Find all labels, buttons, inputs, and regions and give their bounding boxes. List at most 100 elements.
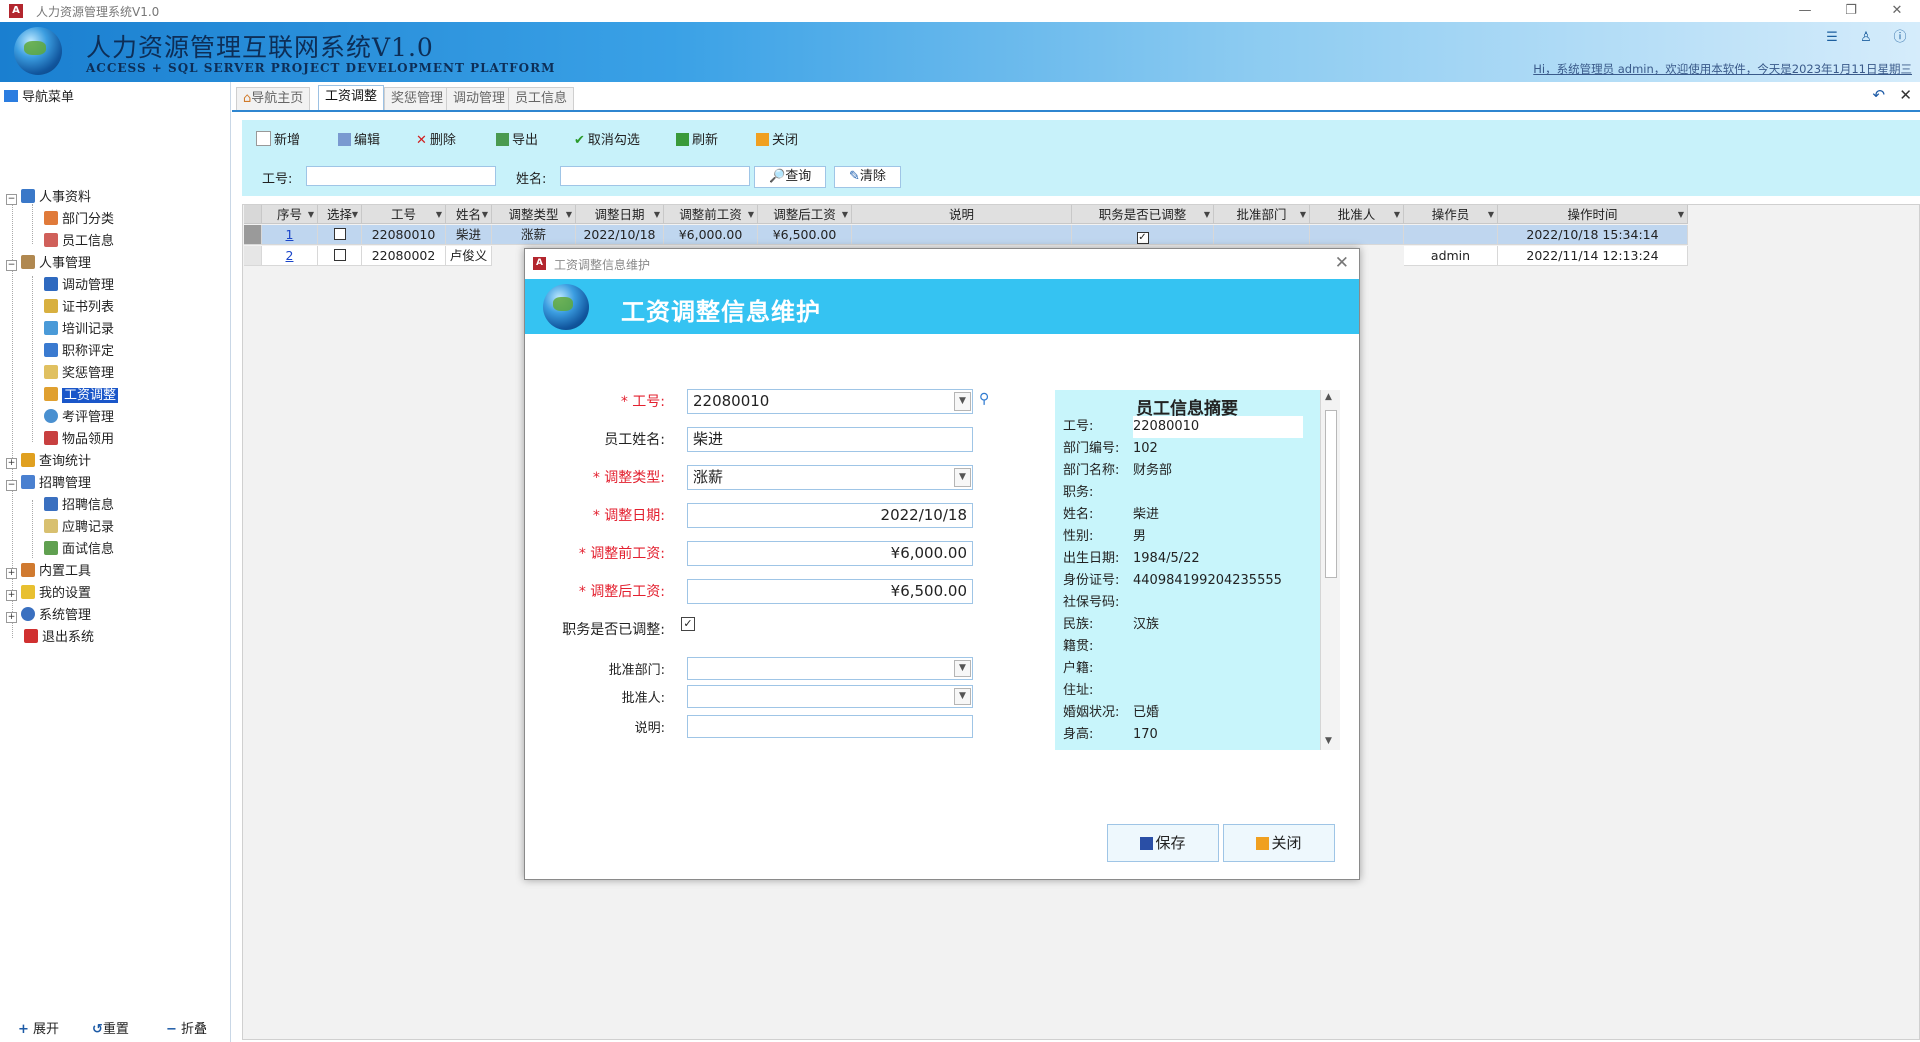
tree-item-interviews[interactable]: 面试信息 <box>44 540 114 560</box>
tree-node-renshi-ziliao[interactable]: − 人事资料 <box>6 188 91 208</box>
tree-node-my-settings[interactable]: + 我的设置 <box>6 584 91 604</box>
cell-seq[interactable]: 1 <box>262 225 318 245</box>
col-op-time[interactable]: 操作时间 ▼ <box>1498 205 1688 224</box>
welcome-link[interactable]: Hi，系统管理员 admin，欢迎使用本软件，今天是2023年1月11日星期三 <box>1533 61 1912 77</box>
tab-home[interactable]: ⌂导航主页 <box>236 87 311 110</box>
emp-no-select[interactable]: 22080010 ▼ <box>687 389 973 414</box>
tree-node-tools[interactable]: + 内置工具 <box>6 562 91 582</box>
lookup-icon[interactable]: ⚲ <box>979 391 989 407</box>
approve-dept-select[interactable]: ▼ <box>687 657 973 680</box>
menu-list-icon[interactable]: ☰ <box>1824 30 1840 46</box>
tree-item-certificates[interactable]: 证书列表 <box>44 298 114 318</box>
adjusted-checkbox[interactable]: ✓ <box>681 617 695 631</box>
tree-item-applications[interactable]: 应聘记录 <box>44 518 114 538</box>
uncheck-button[interactable]: ✔ 取消勾选 <box>574 129 640 148</box>
reset-tree-button[interactable]: ↺重置 <box>92 1018 129 1037</box>
expand-all-button[interactable]: + 展开 <box>18 1018 59 1037</box>
delete-button[interactable]: ✕ 删除 <box>416 129 456 148</box>
clear-button[interactable]: ✎清除 <box>834 166 901 188</box>
tree-item-title-evaluation[interactable]: 职称评定 <box>44 342 114 362</box>
tree-node-query-stats[interactable]: + 查询统计 <box>6 452 91 472</box>
tab-rewards[interactable]: 奖惩管理 <box>384 87 451 110</box>
col-operator[interactable]: 操作员 ▼ <box>1404 205 1498 224</box>
col-before-salary[interactable]: 调整前工资 ▼ <box>664 205 758 224</box>
col-name[interactable]: 姓名 ▼ <box>446 205 492 224</box>
restore-button[interactable]: ❐ <box>1828 0 1874 22</box>
info-icon[interactable]: ⓘ <box>1892 30 1908 46</box>
export-button[interactable]: 导出 <box>496 129 538 148</box>
col-approver[interactable]: 批准人 ▼ <box>1310 205 1404 224</box>
row-selector[interactable] <box>244 246 262 266</box>
tree-item-transfer[interactable]: 调动管理 <box>44 276 114 296</box>
summary-row: 户籍: <box>1063 661 1094 676</box>
scroll-thumb[interactable] <box>1325 410 1337 578</box>
cell-adjusted[interactable]: ✓ <box>1072 225 1214 245</box>
tree-node-recruit[interactable]: − 招聘管理 <box>6 474 91 494</box>
cell-note <box>852 225 1072 245</box>
summary-row: 身高: 170 <box>1063 727 1158 742</box>
tree-item-salary-adjust[interactable]: 工资调整 <box>44 386 119 406</box>
chevron-down-icon[interactable]: ▼ <box>954 468 971 487</box>
dialog-close-icon[interactable]: ✕ <box>1335 253 1349 273</box>
user-icon[interactable]: ♙ <box>1858 30 1874 46</box>
save-button[interactable]: 保存 <box>1107 824 1219 862</box>
tree-item-dept-category[interactable]: 部门分类 <box>44 210 114 230</box>
tree-item-goods[interactable]: 物品领用 <box>44 430 114 450</box>
col-adj-type[interactable]: 调整类型 ▼ <box>492 205 576 224</box>
globe-logo-icon <box>543 284 589 330</box>
tab-salary-adjust[interactable]: 工资调整 <box>318 85 385 110</box>
col-seq[interactable]: 序号 ▼ <box>262 205 318 224</box>
dialog-close-button[interactable]: 关闭 <box>1223 824 1335 862</box>
col-emp-no[interactable]: 工号 ▼ <box>362 205 446 224</box>
row-checkbox[interactable] <box>333 249 346 261</box>
cell-seq[interactable]: 2 <box>262 246 318 266</box>
row-selector[interactable] <box>244 225 262 245</box>
chevron-down-icon[interactable]: ▼ <box>954 392 971 411</box>
tree-item-rewards[interactable]: 奖惩管理 <box>44 364 114 384</box>
col-note[interactable]: 说明 <box>852 205 1072 224</box>
tab-employee-info[interactable]: 员工信息 <box>508 87 575 110</box>
tree-item-employee-info[interactable]: 员工信息 <box>44 232 114 252</box>
refresh-button[interactable]: 刷新 <box>676 129 718 148</box>
cell-select[interactable] <box>318 225 362 245</box>
tree-item-appraisal[interactable]: 考评管理 <box>44 408 114 428</box>
scroll-down-icon[interactable]: ▼ <box>1325 736 1332 746</box>
name-search-input[interactable] <box>560 166 750 186</box>
add-button[interactable]: 新增 <box>256 129 300 148</box>
tree-node-logout[interactable]: 退出系统 <box>24 628 94 648</box>
col-adj-date[interactable]: 调整日期 ▼ <box>576 205 664 224</box>
collapse-all-button[interactable]: − 折叠 <box>166 1018 207 1037</box>
close-page-button[interactable]: 关闭 <box>756 129 798 148</box>
col-approve-dept[interactable]: 批准部门 ▼ <box>1214 205 1310 224</box>
tree-node-renshi-guanli[interactable]: − 人事管理 <box>6 254 91 274</box>
back-icon[interactable]: ↶ <box>1873 86 1886 104</box>
adjusted-checkbox[interactable]: ✓ <box>1136 232 1149 244</box>
adj-type-select[interactable]: 涨薪 ▼ <box>687 465 973 490</box>
cell-select[interactable] <box>318 246 362 266</box>
approver-select[interactable]: ▼ <box>687 685 973 708</box>
after-salary-field[interactable]: ¥6,500.00 <box>687 579 973 604</box>
tree-item-training[interactable]: 培训记录 <box>44 320 114 340</box>
edit-button[interactable]: 编辑 <box>338 129 380 148</box>
note-field[interactable] <box>687 715 973 738</box>
tree-node-system-admin[interactable]: + 系统管理 <box>6 606 91 626</box>
chevron-down-icon[interactable]: ▼ <box>954 660 971 677</box>
close-box-icon <box>1256 837 1270 850</box>
summary-scrollbar[interactable]: ▲ ▼ <box>1320 390 1340 750</box>
tab-transfer[interactable]: 调动管理 <box>446 87 513 110</box>
adj-date-field[interactable]: 2022/10/18 <box>687 503 973 528</box>
before-salary-field[interactable]: ¥6,000.00 <box>687 541 973 566</box>
close-tab-icon[interactable]: ✕ <box>1899 86 1912 104</box>
row-checkbox[interactable] <box>333 228 346 240</box>
col-adjusted[interactable]: 职务是否已调整 ▼ <box>1072 205 1214 224</box>
emp-no-search-input[interactable] <box>306 166 496 186</box>
chevron-down-icon[interactable]: ▼ <box>954 688 971 705</box>
emp-name-field[interactable]: 柴进 <box>687 427 973 452</box>
col-after-salary[interactable]: 调整后工资 ▼ <box>758 205 852 224</box>
query-button[interactable]: 🔎查询 <box>754 166 827 188</box>
minimize-button[interactable]: — <box>1782 0 1828 22</box>
col-select[interactable]: 选择 ▼ <box>318 205 362 224</box>
tree-item-recruit-info[interactable]: 招聘信息 <box>44 496 114 516</box>
scroll-up-icon[interactable]: ▲ <box>1325 392 1332 402</box>
close-window-button[interactable]: ✕ <box>1874 0 1920 22</box>
